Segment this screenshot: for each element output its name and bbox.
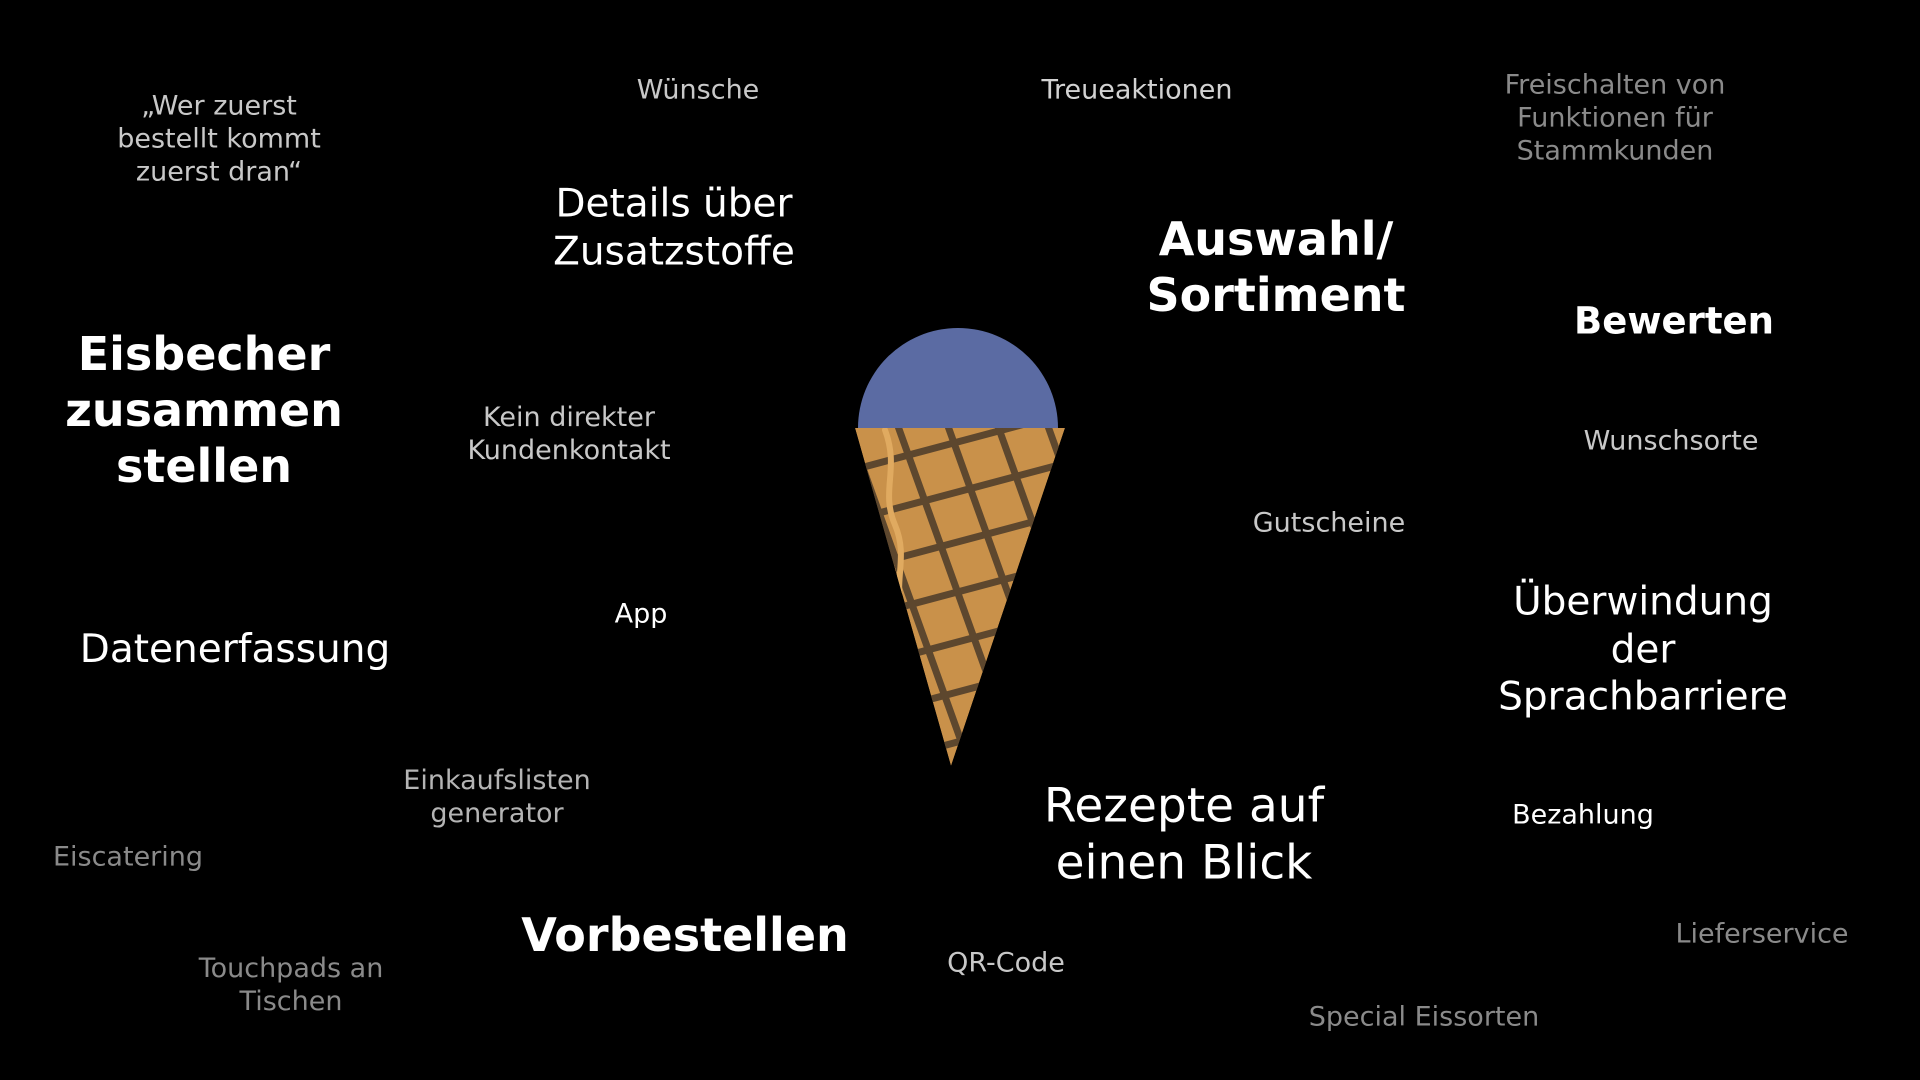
word-wunschsorte: Wunschsorte (1583, 425, 1759, 457)
word-bezahlung: Bezahlung (1512, 799, 1654, 831)
word-lieferservice: Lieferservice (1675, 918, 1849, 950)
word-vorbestellen: Vorbestellen (521, 907, 849, 962)
word-rezepte: Rezepte auf einen Blick (1043, 778, 1325, 891)
word-eiscatering: Eiscatering (52, 841, 204, 873)
word-wer-zuerst: „Wer zuerst bestellt kommt zuerst dran“ (117, 90, 321, 188)
word-details-zusatzstoffe: Details über Zusatzstoffe (553, 181, 795, 274)
word-bewerten: Bewerten (1574, 299, 1774, 343)
word-touchpads: Touchpads an Tischen (198, 953, 384, 1017)
word-gutscheine: Gutscheine (1252, 507, 1406, 539)
waffle-cone (855, 428, 1065, 766)
word-treueaktionen: Treueaktionen (1041, 74, 1233, 106)
ice-cream-cone-icon (855, 328, 1065, 766)
word-einkaufslisten: Einkaufslisten generator (403, 765, 591, 829)
word-datenerfassung: Datenerfassung (79, 627, 391, 673)
word-freischalten: Freischalten von Funktionen für Stammkun… (1504, 69, 1726, 167)
word-sprachbarriere: Überwindung der Sprachbarriere (1498, 579, 1788, 720)
word-auswahl-sortiment: Auswahl/ Sortiment (1146, 211, 1406, 322)
word-app: App (614, 598, 668, 630)
word-qr-code: QR-Code (947, 947, 1065, 979)
word-special-eissorten: Special Eissorten (1308, 1001, 1540, 1033)
word-wuensche: Wünsche (636, 74, 760, 106)
word-kein-kundenkontakt: Kein direkter Kundenkontakt (467, 402, 671, 466)
ice-cream-scoop (858, 328, 1058, 432)
word-eisbecher: Eisbecher zusammen stellen (65, 326, 343, 494)
